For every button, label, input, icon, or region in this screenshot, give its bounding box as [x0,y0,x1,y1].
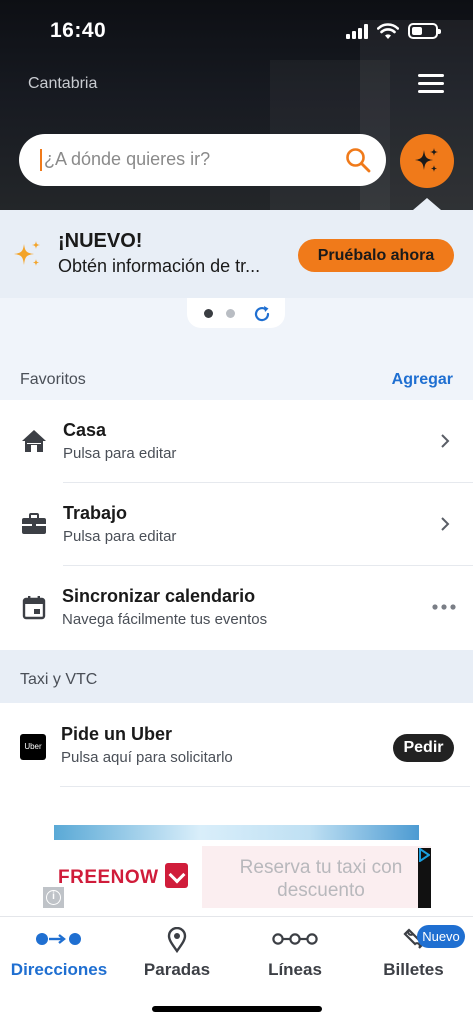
favorite-home-row[interactable]: Casa Pulsa para editar [0,400,473,483]
tab-lines[interactable]: Líneas [236,917,354,987]
taxi-section-title: Taxi y VTC [20,671,98,688]
ad-info-icon[interactable]: i [43,887,64,908]
chevron-right-icon [441,517,450,531]
tab-directions[interactable]: Direcciones [0,917,118,987]
lines-icon [272,933,318,945]
new-badge: Nuevo [417,925,465,948]
request-ride-button[interactable]: Pedir [393,734,454,762]
favorite-title: Casa [63,420,107,440]
tab-label: Líneas [268,960,322,979]
sparkles-icon [14,241,40,266]
favorite-title: Trabajo [63,503,128,523]
status-time: 16:40 [50,19,107,42]
refresh-icon[interactable] [252,304,272,324]
battery-icon [408,23,441,39]
chevron-right-icon [441,434,450,448]
ad-brand-logo-icon [165,863,188,888]
home-icon [22,430,46,452]
favorite-subtitle: Pulsa para editar [63,528,177,545]
uber-logo: Uber [20,734,46,760]
add-favorite-link[interactable]: Agregar [392,371,453,389]
tab-label: Paradas [143,960,211,979]
ad-copy: Reserva tu taxi con descuento [239,857,403,901]
sparkles-icon [415,148,438,172]
favorite-title: Sincronizar calendario [62,586,256,606]
carousel-pager [187,298,285,328]
wifi-icon [377,23,399,39]
tab-label: Billetes [383,960,444,979]
cellular-signal-icon [346,24,370,39]
status-bar: 16:40 [0,0,473,62]
uber-title: Pide un Uber [61,724,173,744]
map-pin-icon [167,927,187,953]
ad-banner[interactable]: FREENOW Reserva tu taxi con descuento i [0,840,473,916]
search-placeholder: ¿A dónde quieres ir? [44,149,211,169]
pager-dot-active[interactable] [204,309,213,318]
divider [60,786,470,787]
ad-brand-name: FREENOW [58,867,159,888]
promo-title: ¡NUEVO! [58,230,143,252]
search-icon[interactable] [345,147,371,173]
uber-subtitle: Pulsa aquí para solicitarlo [61,749,233,766]
taxi-section-header: Taxi y VTC [0,650,473,703]
home-indicator [152,1006,322,1012]
pager-dot[interactable] [226,309,235,318]
region-label[interactable]: Cantabria [28,75,97,93]
promo-banner[interactable]: ¡NUEVO! Obtén información de tr... Pruéb… [0,210,473,298]
tooltip-pointer [413,198,441,210]
favorites-header: Favoritos Agregar [0,356,473,404]
tab-stops[interactable]: Paradas [118,917,236,987]
more-options-icon[interactable] [432,604,456,610]
tab-label: Direcciones [10,960,108,979]
briefcase-icon [22,513,46,534]
favorites-title: Favoritos [20,371,86,388]
route-icon [36,933,81,945]
try-now-button[interactable]: Pruébalo ahora [298,239,454,272]
promo-subtitle: Obtén información de tr... [58,256,261,276]
favorite-work-row[interactable]: Trabajo Pulsa para editar [0,483,473,566]
calendar-icon [22,596,46,620]
hamburger-menu-icon[interactable] [418,74,444,94]
app-header: 16:40 Cantabria ¿A dónde quieres ir? [0,0,473,210]
text-cursor [40,149,42,171]
ai-assistant-button[interactable] [400,134,454,188]
favorite-subtitle: Pulsa para editar [63,445,177,462]
sync-calendar-row[interactable]: Sincronizar calendario Navega fácilmente… [0,566,473,649]
uber-row[interactable]: Uber Pide un Uber Pulsa aquí para solici… [0,703,473,787]
favorite-subtitle: Navega fácilmente tus eventos [62,611,268,628]
search-input[interactable]: ¿A dónde quieres ir? [19,134,386,186]
adchoices-icon[interactable] [418,848,430,862]
